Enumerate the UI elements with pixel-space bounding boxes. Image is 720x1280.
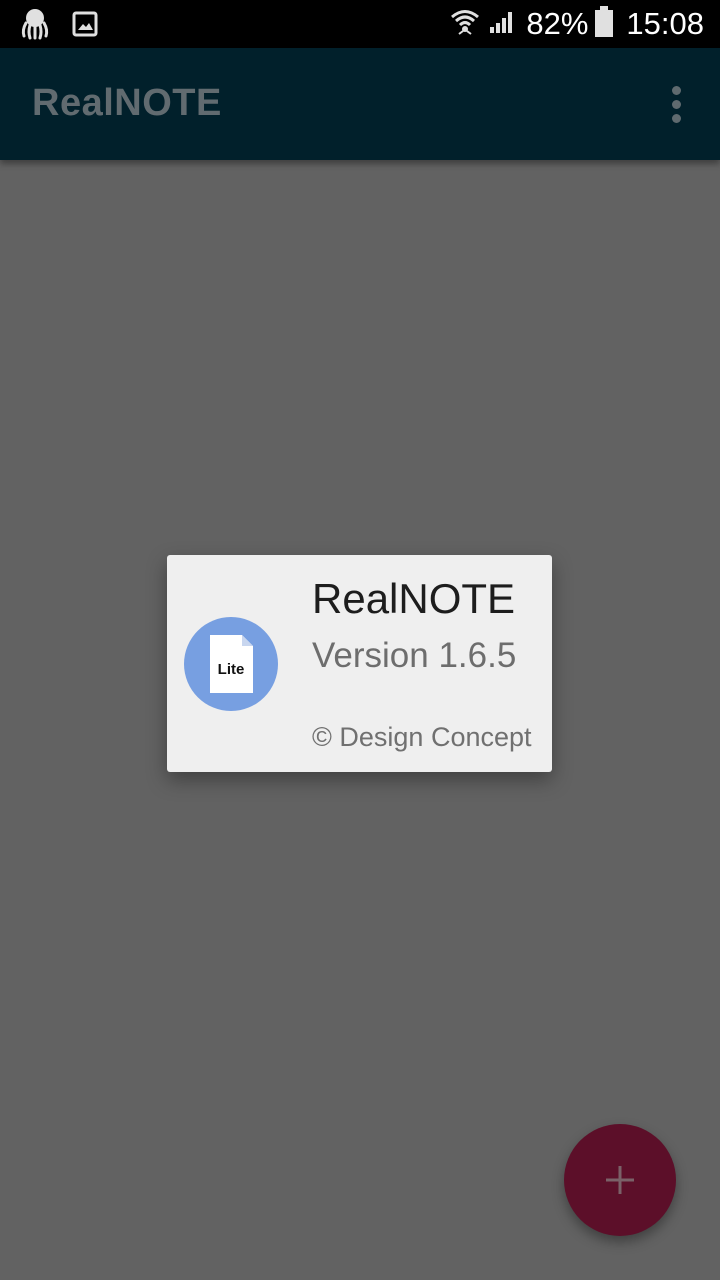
status-bar: 82% 15:08 xyxy=(0,0,720,48)
signal-icon xyxy=(488,9,516,39)
about-dialog: Lite RealNOTE Version 1.6.5 © Design Con… xyxy=(167,555,552,772)
app-logo: Lite xyxy=(184,617,278,711)
add-note-button[interactable] xyxy=(564,1124,676,1236)
dialog-app-name: RealNOTE xyxy=(312,575,516,622)
plus-icon xyxy=(606,1166,634,1194)
app-toolbar: RealNOTE xyxy=(0,48,720,160)
battery-icon xyxy=(594,6,614,42)
logo-label: Lite xyxy=(218,661,245,678)
toolbar-title: RealNOTE xyxy=(32,82,222,124)
document-icon: Lite xyxy=(210,635,253,693)
app-screen: 82% 15:08 RealNOTE Lite RealNOTE Version… xyxy=(0,0,720,1280)
octopus-icon xyxy=(20,8,50,44)
more-vert-icon[interactable] xyxy=(658,86,694,126)
status-bar-right: 82% 15:08 xyxy=(450,0,704,48)
status-bar-left xyxy=(20,8,98,44)
image-icon xyxy=(72,11,98,41)
wifi-icon xyxy=(450,7,480,41)
battery-percent: 82% xyxy=(526,6,589,41)
dialog-copyright: © Design Concept xyxy=(312,722,532,752)
dialog-version: Version 1.6.5 xyxy=(312,636,517,675)
status-time: 15:08 xyxy=(626,6,704,41)
